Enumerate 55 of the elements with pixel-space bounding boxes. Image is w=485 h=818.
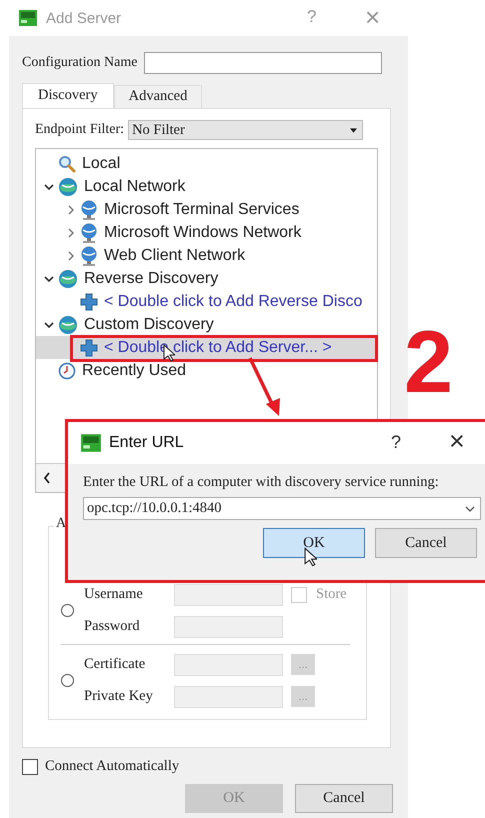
- plus-icon: [80, 292, 98, 310]
- close-button[interactable]: ×: [449, 426, 465, 457]
- tab[interactable]: Advanced: [114, 85, 202, 108]
- help-button[interactable]: ?: [391, 432, 402, 453]
- field-label: Password: [84, 618, 141, 635]
- app-icon: [18, 8, 38, 28]
- collapsed-chevron-icon[interactable]: [68, 228, 74, 238]
- step-number: 2: [404, 318, 453, 406]
- plus-icon: [80, 338, 98, 356]
- expanded-chevron-icon[interactable]: [44, 276, 54, 282]
- window-title: Add Server: [46, 10, 122, 26]
- field-label: Configuration Name: [22, 55, 138, 71]
- prompt-text: Enter the URL of a computer with discovery service running:: [83, 474, 440, 491]
- scroll-left-icon[interactable]: [43, 472, 51, 484]
- clock-icon: [58, 362, 76, 380]
- tree-item[interactable]: Reverse Discovery: [36, 267, 377, 290]
- checkbox[interactable]: [22, 758, 38, 774]
- expanded-chevron-icon[interactable]: [44, 322, 54, 328]
- radio-button[interactable]: [61, 604, 74, 617]
- checkbox-label: Store: [316, 586, 347, 603]
- tree-item[interactable]: Microsoft Windows Network: [36, 221, 377, 244]
- radio-button[interactable]: [61, 674, 74, 687]
- globe-icon: [58, 268, 78, 288]
- collapsed-chevron-icon[interactable]: [68, 250, 74, 260]
- tree-item[interactable]: < Double click to Add Reverse Disco: [36, 290, 377, 313]
- tree-item[interactable]: Custom Discovery: [36, 313, 377, 336]
- globe-icon: [58, 176, 78, 196]
- search-icon: [58, 154, 76, 172]
- field-label: Endpoint Filter:: [35, 122, 124, 138]
- network-globe-icon: [80, 246, 98, 266]
- mouse-pointer-icon: [304, 547, 317, 567]
- field-label: Username: [84, 586, 144, 603]
- network-globe-icon: [80, 200, 98, 220]
- network-globe-icon: [80, 222, 98, 242]
- cancel-button[interactable]: Cancel: [375, 528, 477, 558]
- field-label: Certificate: [84, 656, 146, 673]
- globe-icon: [58, 314, 78, 334]
- tab[interactable]: Discovery: [22, 83, 114, 108]
- cancel-button[interactable]: Cancel: [295, 784, 393, 813]
- configuration-name-field[interactable]: [144, 52, 382, 74]
- url-combobox[interactable]: opc.tcp://10.0.0.1:4840: [83, 497, 481, 520]
- endpoint-filter-dropdown[interactable]: No Filter: [128, 120, 364, 140]
- tree-item[interactable]: Local: [36, 152, 377, 175]
- tree-item[interactable]: Microsoft Terminal Services: [36, 198, 377, 221]
- ok-button[interactable]: OK: [263, 528, 365, 558]
- tree-item[interactable]: Web Client Network: [36, 244, 377, 267]
- collapsed-chevron-icon[interactable]: [68, 204, 74, 214]
- dialog-title: Enter URL: [109, 434, 184, 452]
- app-icon: [80, 432, 102, 454]
- checkbox-label: Connect Automatically: [45, 758, 180, 775]
- tree-item[interactable]: Local Network: [36, 175, 377, 198]
- expanded-chevron-icon[interactable]: [44, 184, 54, 190]
- dropdown-arrow-icon[interactable]: [350, 128, 358, 132]
- field-label: Private Key: [84, 688, 154, 705]
- tree-item[interactable]: Recently Used: [36, 359, 377, 382]
